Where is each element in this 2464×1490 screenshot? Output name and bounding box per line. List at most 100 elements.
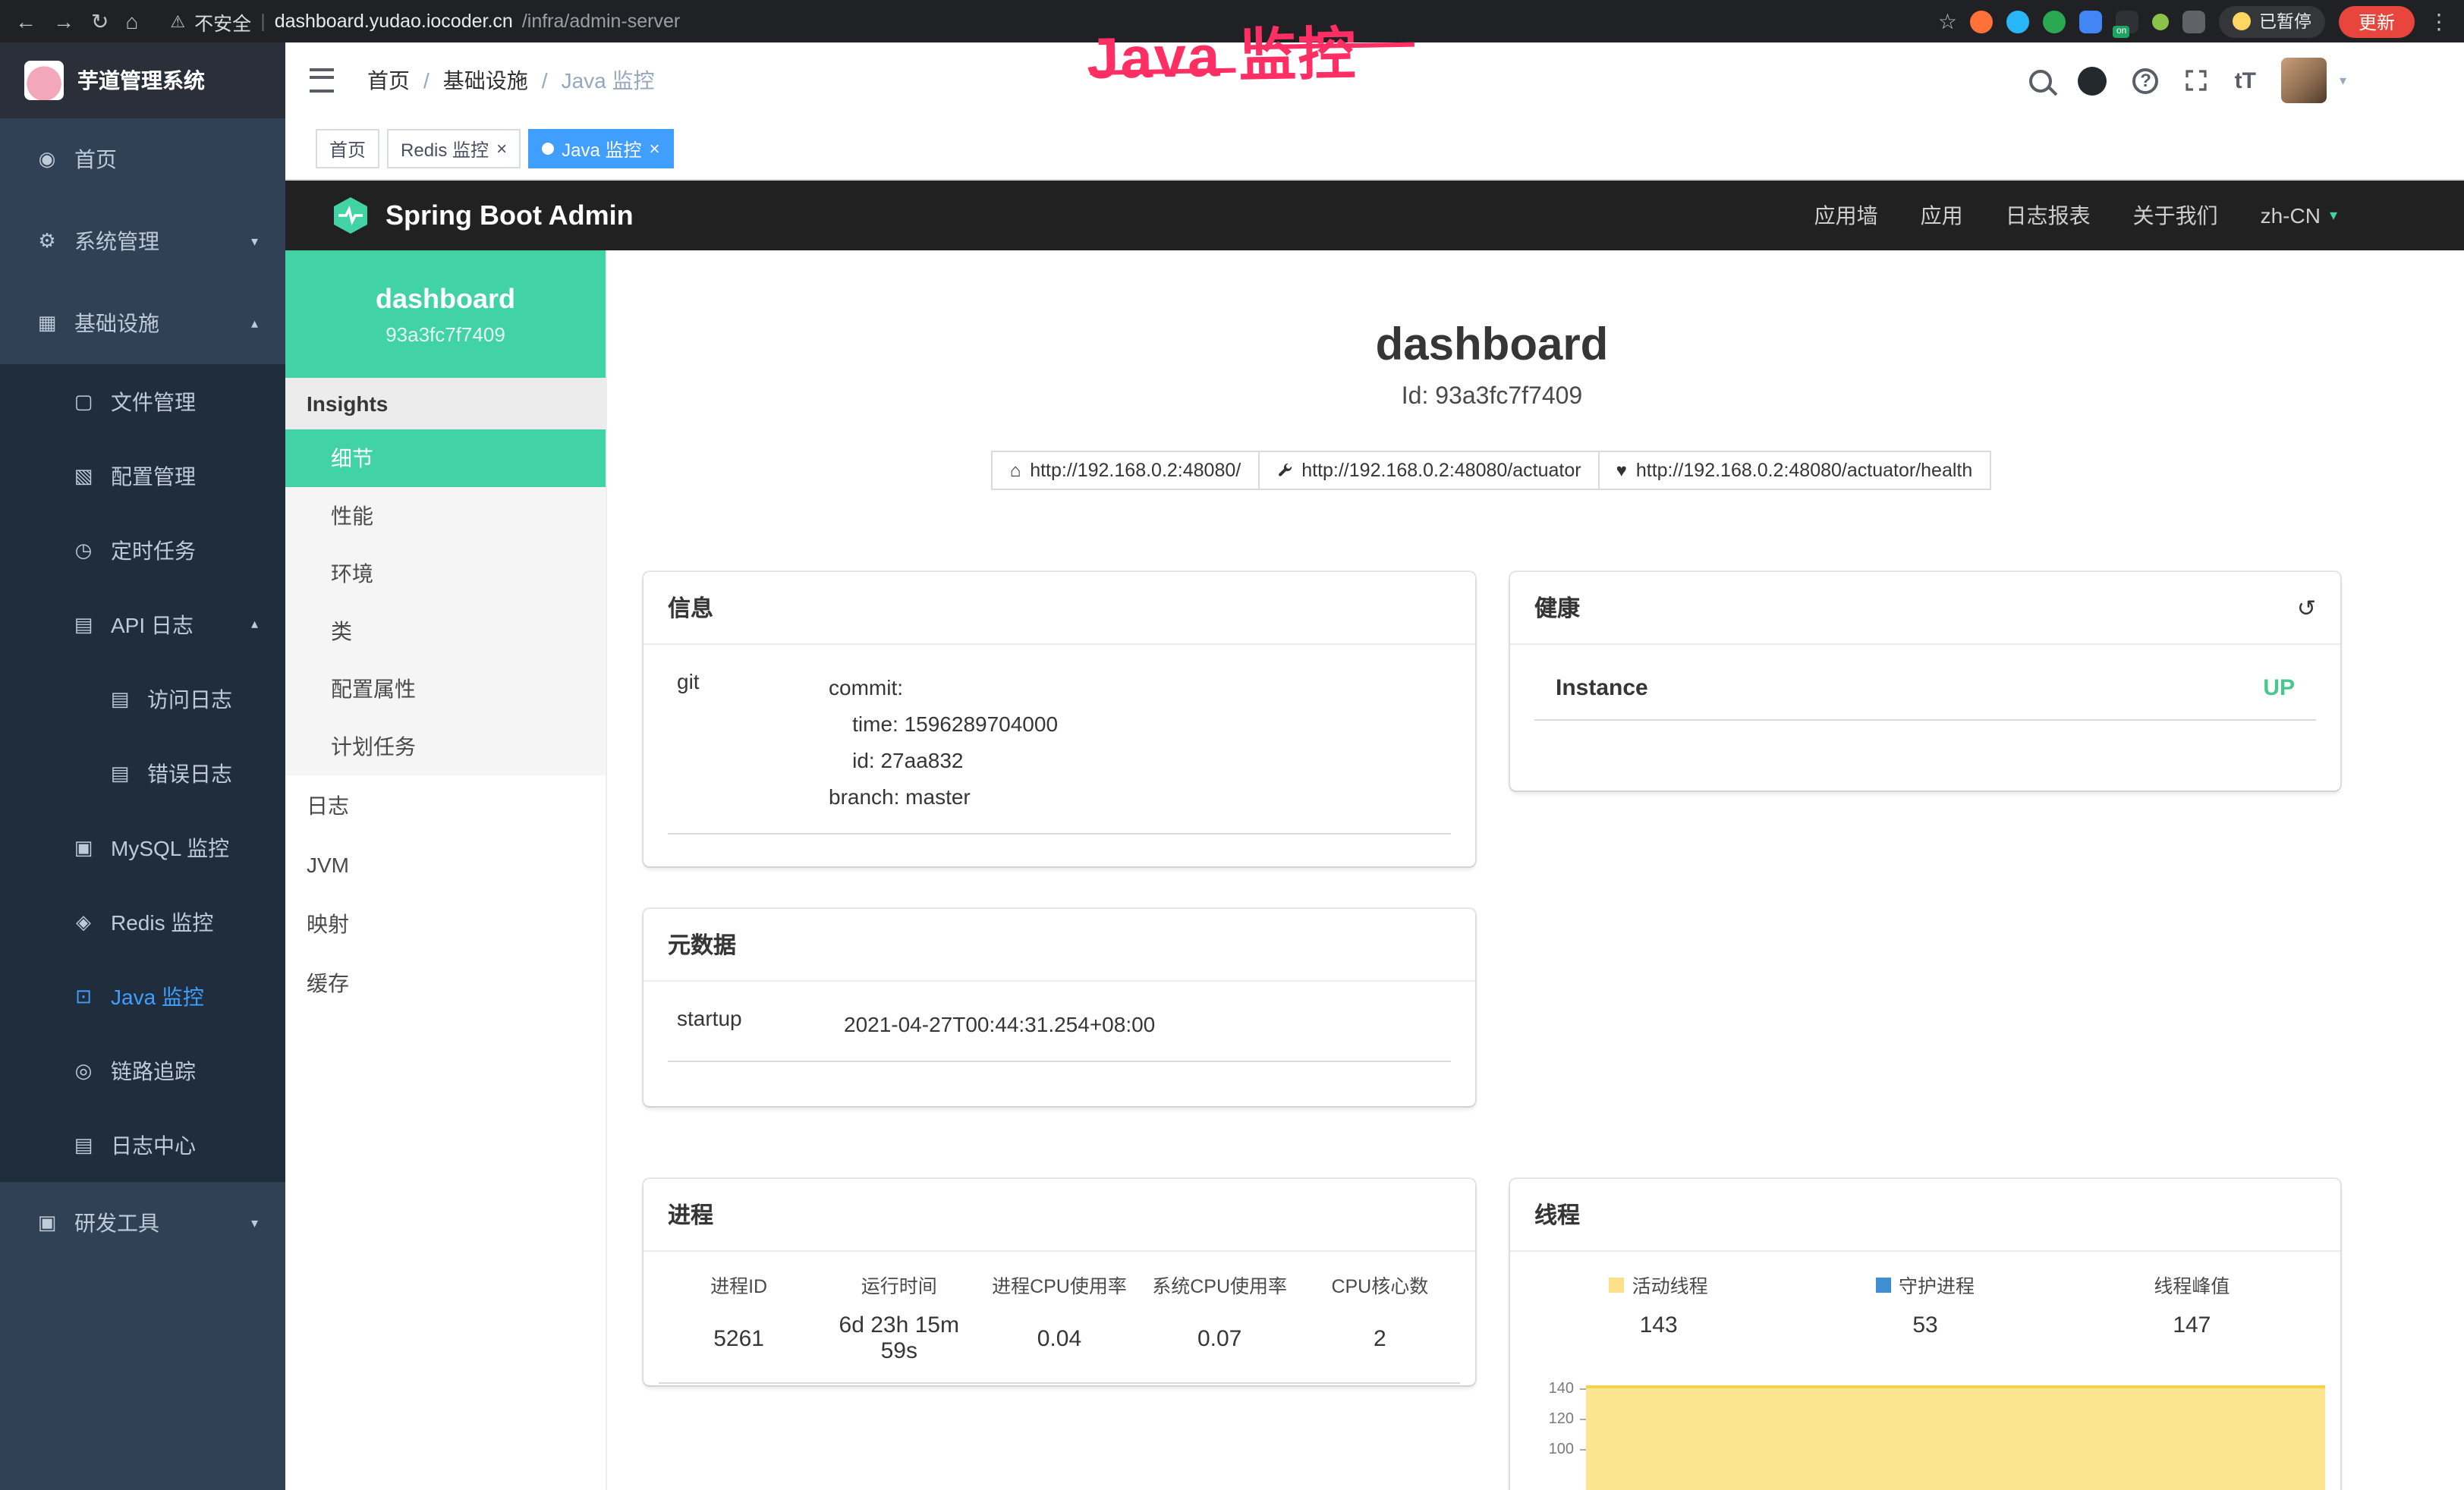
sba-item-logs[interactable]: 日志 <box>285 775 606 835</box>
header-actions: ? tT ▾ <box>2030 58 2464 103</box>
help-icon[interactable]: ? <box>2133 68 2159 93</box>
back-icon[interactable]: ← <box>15 11 36 32</box>
main-region: 首页 / 基础设施 / Java 监控 ? tT ▾ 首页 <box>285 42 2464 1490</box>
breadcrumb-home[interactable]: 首页 <box>367 65 410 96</box>
sba-item-environment[interactable]: 环境 <box>285 545 606 602</box>
sidebar-item-system[interactable]: ⚙ 系统管理 ▾ <box>0 200 285 282</box>
search-icon[interactable] <box>2030 69 2053 92</box>
url-host: dashboard.yudao.iocoder.cn <box>275 11 513 32</box>
sba-item-metrics[interactable]: 性能 <box>285 487 606 545</box>
sidebar-item-api-logs[interactable]: ▤ API 日志 ▴ <box>0 587 285 662</box>
close-icon[interactable]: × <box>649 140 659 158</box>
tools-icon: ▣ <box>30 1211 64 1235</box>
font-size-icon[interactable]: tT <box>2235 68 2256 93</box>
user-avatar[interactable] <box>2282 58 2327 103</box>
sba-main: dashboard Id: 93a3fc7f7409 ⌂ http://192.… <box>607 250 2464 1490</box>
nav-journal[interactable]: 日志报表 <box>2006 200 2091 231</box>
sidebar-item-error-logs[interactable]: ▤ 错误日志 <box>0 736 285 810</box>
sba-item-mappings[interactable]: 映射 <box>285 894 606 953</box>
app-logo-row[interactable]: 芋道管理系统 <box>0 42 285 118</box>
timer-icon: ◷ <box>67 538 100 562</box>
sba-item-caches[interactable]: 缓存 <box>285 953 606 1012</box>
threads-card: 线程 活动线程 守护进程 线程峰值 143 53 <box>1510 1179 2340 1490</box>
health-instance-label: Instance <box>1556 675 1648 701</box>
metadata-row: startup 2021-04-27T00:44:31.254+08:00 <box>668 1006 1451 1062</box>
chevron-down-icon: ▾ <box>2330 207 2337 224</box>
language-selector[interactable]: zh-CN ▾ <box>2261 203 2337 228</box>
sba-item-config-props[interactable]: 配置属性 <box>285 660 606 718</box>
paused-badge[interactable]: 已暂停 <box>2220 5 2325 37</box>
instance-links: ⌂ http://192.168.0.2:48080/ http://192.1… <box>644 451 2340 490</box>
extension-icon[interactable] <box>1971 10 1994 33</box>
sidebar-item-infrastructure[interactable]: ▦ 基础设施 ▴ <box>0 282 285 364</box>
breadcrumb-separator: / <box>542 68 548 93</box>
cards-right-column: 健康 ↺ Instance UP <box>1510 572 2340 1490</box>
service-url-link[interactable]: ⌂ http://192.168.0.2:48080/ <box>992 451 1260 490</box>
extension-icon[interactable] <box>2044 10 2066 33</box>
extension-icon[interactable] <box>2153 13 2170 30</box>
actuator-url-link[interactable]: http://192.168.0.2:48080/actuator <box>1257 451 1599 490</box>
sidebar-item-mysql-monitor[interactable]: ▣ MySQL 监控 <box>0 810 285 885</box>
security-label[interactable]: 不安全 <box>194 7 251 36</box>
health-row[interactable]: Instance UP <box>1534 672 2316 721</box>
sba-item-scheduled-tasks[interactable]: 计划任务 <box>285 718 606 775</box>
breadcrumb: 首页 / 基础设施 / Java 监控 <box>367 65 655 96</box>
access-log-icon: ▤ <box>103 687 137 711</box>
update-button[interactable]: 更新 <box>2339 5 2415 37</box>
extensions-puzzle-icon[interactable] <box>2183 10 2206 33</box>
extension-icon[interactable] <box>2080 10 2103 33</box>
tab-redis-monitor[interactable]: Redis 监控 × <box>387 129 521 168</box>
sidebar-item-config[interactable]: ▧ 配置管理 <box>0 439 285 513</box>
tab-home[interactable]: 首页 <box>316 129 379 168</box>
sidebar-item-tracing[interactable]: ◎ 链路追踪 <box>0 1033 285 1108</box>
extension-icon[interactable] <box>2007 10 2030 33</box>
metadata-key: startup <box>668 1006 844 1042</box>
health-url-link[interactable]: ♥ http://192.168.0.2:48080/actuator/heal… <box>1598 451 1991 490</box>
health-card-body: Instance UP <box>1510 645 2340 748</box>
nav-wallboard[interactable]: 应用墙 <box>1814 200 1878 231</box>
process-card: 进程 进程ID 运行时间 进程CPU使用率 系统CPU使用率 CPU核心数 <box>644 1179 1475 1385</box>
app-title: 芋道管理系统 <box>77 65 205 96</box>
sidebar-item-java-monitor[interactable]: ⊡ Java 监控 <box>0 959 285 1033</box>
avatar-caret-icon[interactable]: ▾ <box>2340 72 2346 89</box>
browser-home-icon[interactable]: ⌂ <box>125 11 138 32</box>
sidebar-item-log-center[interactable]: ▤ 日志中心 <box>0 1108 285 1182</box>
security-warning-icon: ⚠ <box>170 11 185 31</box>
breadcrumb-infrastructure[interactable]: 基础设施 <box>443 65 528 96</box>
close-icon[interactable]: × <box>496 140 507 158</box>
threads-values-row: 143 53 147 <box>1525 1312 2325 1356</box>
sba-brand[interactable]: Spring Boot Admin <box>331 196 634 235</box>
nav-applications[interactable]: 应用 <box>1921 200 1963 231</box>
switch-on-badge: on <box>2113 25 2129 37</box>
address-bar[interactable]: ⚠ 不安全 | dashboard.yudao.iocoder.cn/infra… <box>170 7 680 36</box>
nav-about[interactable]: 关于我们 <box>2133 200 2218 231</box>
sidebar-item-scheduled-jobs[interactable]: ◷ 定时任务 <box>0 513 285 587</box>
instance-header[interactable]: dashboard 93a3fc7f7409 <box>285 250 606 378</box>
browser-menu-icon[interactable]: ⋮ <box>2428 11 2450 32</box>
sidebar-item-files[interactable]: ▢ 文件管理 <box>0 364 285 439</box>
sidebar-item-home[interactable]: ◉ 首页 <box>0 118 285 200</box>
history-icon[interactable]: ↺ <box>2297 594 2316 621</box>
active-threads-area <box>1586 1385 2325 1490</box>
breadcrumb-separator: / <box>423 68 430 93</box>
browser-actions: ☆ on 已暂停 更新 ⋮ <box>1938 5 2450 37</box>
refresh-icon[interactable]: ↻ <box>91 11 109 32</box>
info-card-body: git commit: time: 1596289704000 id: 27aa… <box>644 645 1475 859</box>
tab-java-monitor[interactable]: Java 监控 × <box>528 129 673 168</box>
sidebar-item-redis-monitor[interactable]: ◈ Redis 监控 <box>0 885 285 959</box>
info-card-header: 信息 <box>644 572 1475 645</box>
sidebar-item-access-logs[interactable]: ▤ 访问日志 <box>0 662 285 736</box>
sidebar-item-dev-tools[interactable]: ▣ 研发工具 ▾ <box>0 1182 285 1264</box>
breadcrumb-current: Java 监控 <box>562 65 655 96</box>
sba-item-classes[interactable]: 类 <box>285 602 606 660</box>
fullscreen-icon[interactable] <box>2185 68 2209 93</box>
sidebar-toggle-icon[interactable] <box>310 68 334 93</box>
cards-grid: 信息 git commit: time: 1596289704000 id: 2… <box>644 572 2340 1490</box>
switch-extension-icon[interactable]: on <box>2116 10 2139 33</box>
forward-icon[interactable]: → <box>53 11 74 32</box>
sba-item-jvm[interactable]: JVM <box>285 835 606 894</box>
active-threads-swatch <box>1610 1277 1625 1292</box>
bookmark-star-icon[interactable]: ☆ <box>1938 11 1957 32</box>
github-icon[interactable] <box>2079 66 2107 95</box>
sba-item-details[interactable]: 细节 <box>285 429 606 487</box>
